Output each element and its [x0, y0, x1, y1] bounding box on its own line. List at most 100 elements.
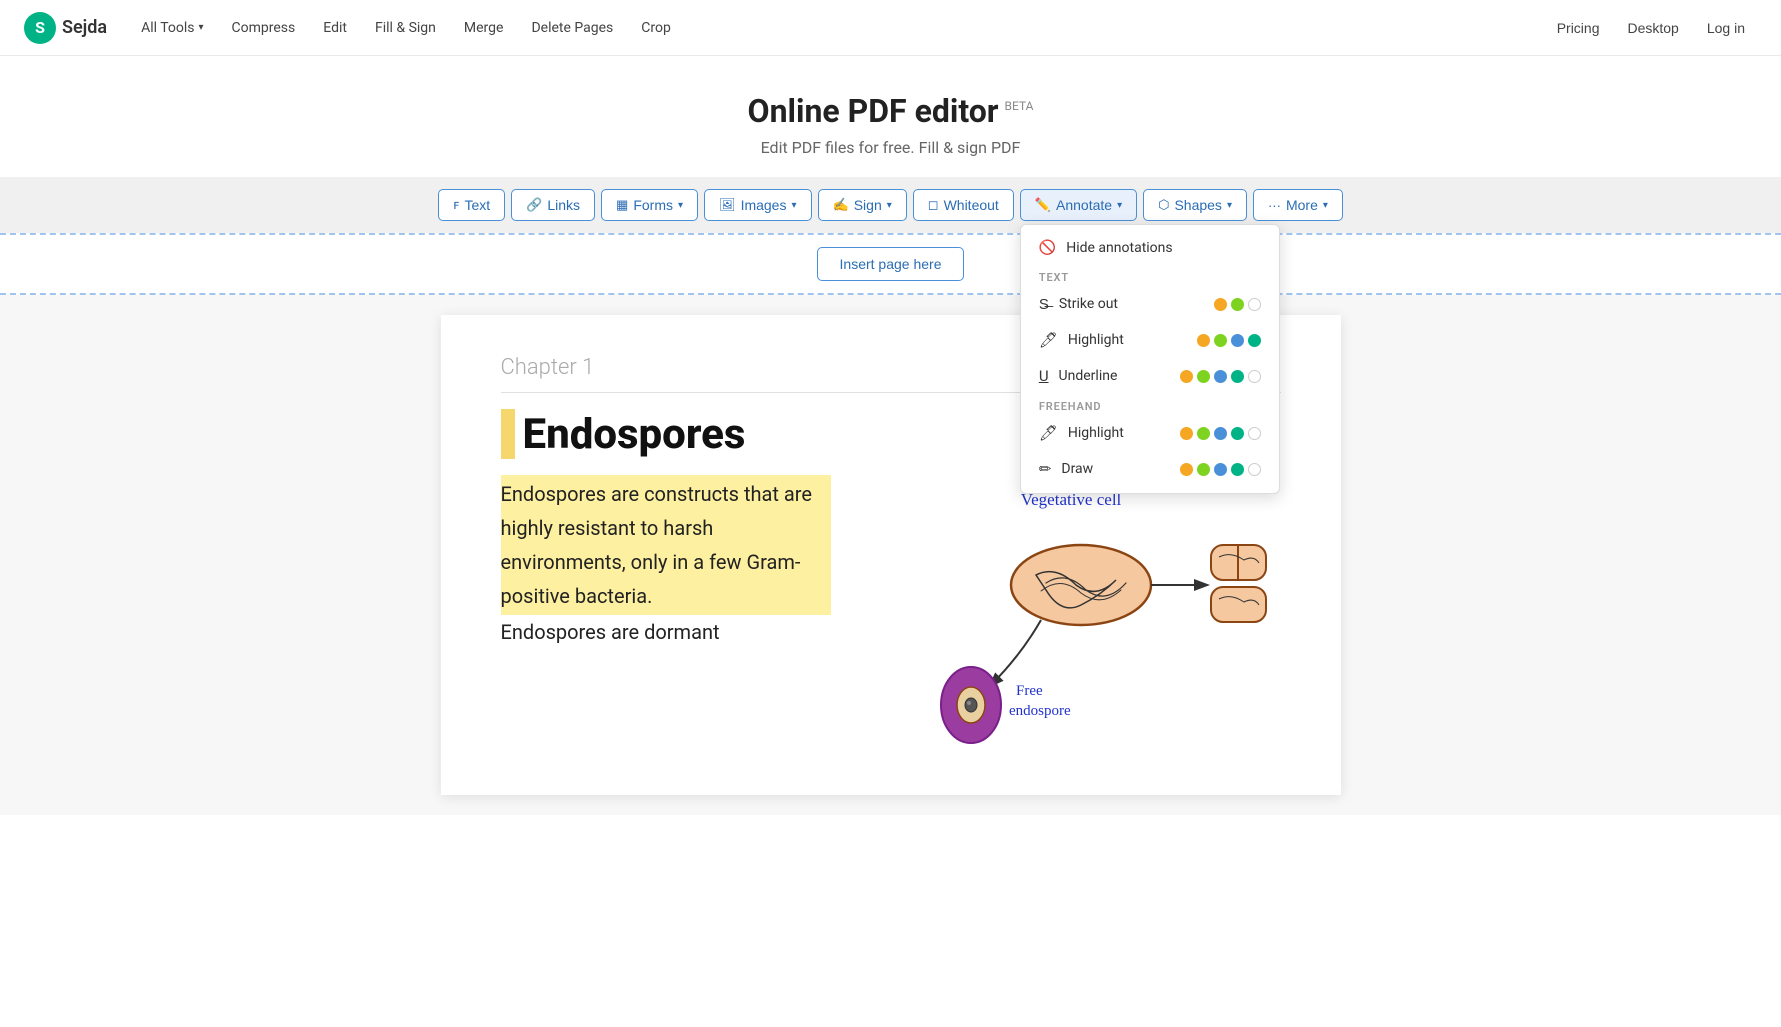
draw-colors: [1180, 463, 1261, 476]
insert-page-bar: Insert page here: [0, 233, 1781, 295]
chevron-down-icon: ▾: [1117, 200, 1122, 211]
svg-text:Free: Free: [1016, 683, 1043, 699]
nav-compress[interactable]: Compress: [222, 14, 306, 42]
color-green[interactable]: [1197, 427, 1210, 440]
color-blue[interactable]: [1231, 334, 1244, 347]
forms-icon: ▦: [616, 197, 628, 213]
strikeout-colors: [1214, 298, 1261, 311]
color-teal[interactable]: [1248, 334, 1261, 347]
color-teal[interactable]: [1231, 463, 1244, 476]
insert-page-button[interactable]: Insert page here: [817, 247, 965, 281]
beta-badge: BETA: [1005, 99, 1034, 113]
color-orange[interactable]: [1214, 298, 1227, 311]
nav-merge[interactable]: Merge: [454, 14, 514, 42]
text-section-label: TEXT: [1021, 265, 1279, 286]
content-columns: Endospores are constructs that are highl…: [501, 475, 1281, 755]
freehand-section-label: FREEHAND: [1021, 394, 1279, 415]
color-blue[interactable]: [1214, 427, 1227, 440]
highlight-text-item[interactable]: 🖊 Highlight: [1021, 322, 1279, 358]
color-white[interactable]: [1248, 298, 1261, 311]
text-column: Endospores are constructs that are highl…: [501, 475, 831, 649]
toolbar-more-button[interactable]: ··· More ▾: [1253, 189, 1343, 221]
annotate-icon: ✏️: [1035, 197, 1051, 213]
nav-all-tools[interactable]: All Tools ▾: [131, 14, 213, 42]
page-title: Online PDF editorBETA: [16, 92, 1765, 130]
toolbar-annotate-button[interactable]: ✏️ Annotate ▾: [1020, 189, 1137, 221]
color-green[interactable]: [1214, 334, 1227, 347]
body-text-highlighted: Endospores are constructs that are highl…: [501, 475, 831, 615]
nav-crop[interactable]: Crop: [631, 14, 681, 42]
link-icon: 🔗: [526, 197, 542, 213]
strike-out-item[interactable]: S̶ Strike out: [1021, 286, 1279, 322]
chapter-label: Chapter 1: [501, 355, 595, 380]
highlight-freehand-colors: [1180, 427, 1261, 440]
logo-name: Sejda: [62, 17, 107, 38]
hide-annotations-icon: 🚫: [1039, 240, 1056, 256]
toolbar-wrap: ꜰ Text 🔗 Links ▦ Forms ▾ 🖼 Images ▾ ✍ Si…: [0, 177, 1781, 233]
color-blue[interactable]: [1214, 370, 1227, 383]
bacteria-diagram: Vegetative cell: [861, 475, 1281, 755]
nav-pricing-button[interactable]: Pricing: [1545, 14, 1612, 42]
highlight-icon: 🖊: [1039, 331, 1058, 349]
logo-icon: S: [24, 12, 56, 44]
toolbar-forms-button[interactable]: ▦ Forms ▾: [601, 189, 698, 221]
color-green[interactable]: [1197, 370, 1210, 383]
toolbar-text-button[interactable]: ꜰ Text: [438, 189, 505, 221]
nav-right: Pricing Desktop Log in: [1545, 14, 1757, 42]
hero-section: Online PDF editorBETA Edit PDF files for…: [0, 56, 1781, 177]
underline-icon: U: [1039, 367, 1049, 385]
chevron-down-icon: ▾: [1227, 200, 1232, 211]
sign-icon: ✍: [833, 197, 849, 213]
color-teal[interactable]: [1231, 427, 1244, 440]
chevron-down-icon: ▾: [678, 200, 683, 211]
diagram-placeholder: Vegetative cell: [861, 475, 1281, 755]
chevron-down-icon: ▾: [1323, 200, 1328, 211]
toolbar-sign-button[interactable]: ✍ Sign ▾: [818, 189, 907, 221]
highlight-text-colors: [1197, 334, 1261, 347]
text-format-icon: ꜰ: [453, 197, 459, 213]
shapes-icon: ⬡: [1158, 197, 1169, 213]
nav-delete-pages[interactable]: Delete Pages: [521, 14, 623, 42]
nav-fill-sign[interactable]: Fill & Sign: [365, 14, 446, 42]
freehand-highlight-icon: 🖊: [1039, 424, 1058, 442]
chevron-down-icon: ▾: [199, 22, 204, 33]
nav-desktop-button[interactable]: Desktop: [1615, 14, 1690, 42]
toolbar: ꜰ Text 🔗 Links ▦ Forms ▾ 🖼 Images ▾ ✍ Si…: [438, 189, 1343, 221]
section-title: Endospores: [523, 410, 746, 459]
toolbar-whiteout-button[interactable]: ◻ Whiteout: [913, 189, 1014, 221]
images-icon: 🖼: [719, 197, 736, 213]
toolbar-shapes-button[interactable]: ⬡ Shapes ▾: [1143, 189, 1247, 221]
draw-item[interactable]: ✏ Draw: [1021, 451, 1279, 487]
color-green[interactable]: [1197, 463, 1210, 476]
svg-text:endospore: endospore: [1009, 703, 1071, 719]
color-green[interactable]: [1231, 298, 1244, 311]
hide-annotations-item[interactable]: 🚫 Hide annotations: [1021, 231, 1279, 265]
underline-item[interactable]: U Underline: [1021, 358, 1279, 394]
color-blue[interactable]: [1214, 463, 1227, 476]
pdf-content: Chapter 1 BACTERIA Endospores Endospores…: [0, 295, 1781, 815]
navbar: S Sejda All Tools ▾ Compress Edit Fill &…: [0, 0, 1781, 56]
color-orange[interactable]: [1180, 463, 1193, 476]
chevron-down-icon: ▾: [791, 200, 796, 211]
color-orange[interactable]: [1180, 427, 1193, 440]
highlight-freehand-item[interactable]: 🖊 Highlight: [1021, 415, 1279, 451]
chevron-down-icon: ▾: [887, 200, 892, 211]
strikeout-icon: S̶: [1039, 295, 1049, 313]
color-teal[interactable]: [1231, 370, 1244, 383]
color-orange[interactable]: [1180, 370, 1193, 383]
logo[interactable]: S Sejda: [24, 12, 107, 44]
color-white[interactable]: [1248, 463, 1261, 476]
body-text-2: Endospores are dormant: [501, 615, 831, 649]
color-white[interactable]: [1248, 427, 1261, 440]
nav-login-button[interactable]: Log in: [1695, 14, 1757, 42]
more-icon: ···: [1268, 198, 1281, 213]
hero-subtitle: Edit PDF files for free. Fill & sign PDF: [16, 138, 1765, 157]
color-white[interactable]: [1248, 370, 1261, 383]
draw-icon: ✏: [1039, 460, 1052, 478]
toolbar-links-button[interactable]: 🔗 Links: [511, 189, 595, 221]
underline-colors: [1180, 370, 1261, 383]
color-orange[interactable]: [1197, 334, 1210, 347]
toolbar-images-button[interactable]: 🖼 Images ▾: [704, 189, 811, 221]
nav-edit[interactable]: Edit: [313, 14, 357, 42]
toolbar-annotate-dropdown: ✏️ Annotate ▾ 🚫 Hide annotations TEXT S̶…: [1020, 189, 1137, 221]
